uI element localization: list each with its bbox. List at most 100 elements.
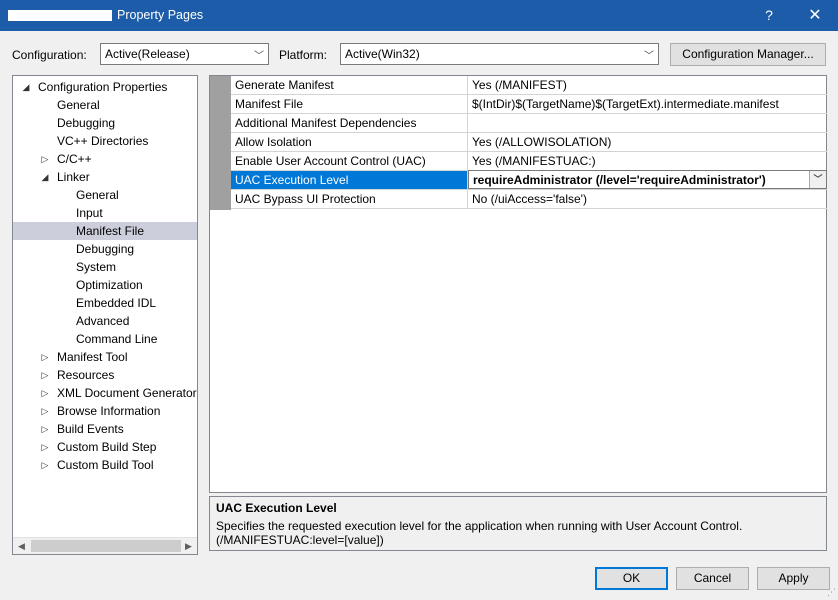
tree-item-label: Linker: [57, 170, 90, 184]
collapsed-arrow-icon[interactable]: ▷: [40, 420, 50, 438]
tree-item[interactable]: ▷ C/C++: [13, 150, 197, 168]
property-value-text: requireAdministrator (/level='requireAdm…: [473, 173, 766, 187]
tree-item-label: Custom Build Step: [57, 440, 157, 454]
property-value[interactable]: [468, 114, 827, 132]
scroll-left-icon[interactable]: ◀: [13, 538, 30, 554]
tree-item-label: Resources: [57, 368, 115, 382]
property-row[interactable]: Enable User Account Control (UAC) Yes (/M…: [231, 152, 827, 171]
tree-item-label: Manifest File: [76, 224, 145, 238]
tree-item[interactable]: ▷ Custom Build Step: [13, 438, 197, 456]
tree-item-label: System: [76, 260, 117, 274]
tree-item-label: Custom Build Tool: [57, 458, 154, 472]
tree-item[interactable]: Optimization: [13, 276, 197, 294]
property-name: Manifest File: [231, 95, 468, 113]
tree-item[interactable]: System: [13, 258, 197, 276]
collapsed-arrow-icon[interactable]: ▷: [40, 402, 50, 420]
scroll-thumb[interactable]: [31, 540, 181, 552]
tree-item-label: Debugging: [57, 116, 116, 130]
expanded-arrow-icon[interactable]: ◢: [40, 168, 50, 186]
tree-item-label: Configuration Properties: [38, 80, 168, 94]
tree-item[interactable]: Embedded IDL: [13, 294, 197, 312]
property-row[interactable]: UAC Execution Level requireAdministrator …: [231, 170, 827, 190]
tree-item[interactable]: ▷ Custom Build Tool: [13, 456, 197, 474]
expanded-arrow-icon[interactable]: ◢: [21, 78, 31, 96]
property-value-dropdown[interactable]: requireAdministrator (/level='requireAdm…: [468, 170, 827, 189]
tree-item-label: Advanced: [76, 314, 130, 328]
property-value[interactable]: Yes (/MANIFEST): [468, 76, 827, 94]
property-value[interactable]: Yes (/ALLOWISOLATION): [468, 133, 827, 151]
tree-item-label: Command Line: [76, 332, 158, 346]
tree-item[interactable]: Manifest File: [13, 222, 197, 240]
property-name: UAC Bypass UI Protection: [231, 190, 468, 208]
tree-horizontal-scrollbar[interactable]: ◀ ▶: [13, 537, 197, 554]
tree-item[interactable]: ▷ Browse Information: [13, 402, 197, 420]
property-row[interactable]: Generate Manifest Yes (/MANIFEST): [231, 76, 827, 95]
tree-item[interactable]: ▷ Manifest Tool: [13, 348, 197, 366]
collapsed-arrow-icon[interactable]: ▷: [40, 348, 50, 366]
collapsed-arrow-icon[interactable]: ▷: [40, 438, 50, 456]
resize-grip-icon[interactable]: ⋰: [827, 587, 836, 598]
property-value[interactable]: No (/uiAccess='false'): [468, 190, 827, 208]
tree-item-label: XML Document Generator: [57, 386, 197, 400]
property-name: UAC Execution Level: [231, 171, 468, 189]
tree-item-label: VC++ Directories: [57, 134, 149, 148]
configuration-manager-button[interactable]: Configuration Manager...: [670, 43, 826, 66]
platform-dropdown[interactable]: Active(Win32) ﹀: [340, 43, 659, 65]
description-panel: UAC Execution Level Specifies the reques…: [209, 496, 827, 551]
tree-item[interactable]: Advanced: [13, 312, 197, 330]
tree-item-label: General: [57, 98, 100, 112]
tree-item-label: Manifest Tool: [57, 350, 128, 364]
property-value-text: Yes (/MANIFEST): [472, 78, 567, 92]
collapsed-arrow-icon[interactable]: ▷: [40, 384, 50, 402]
tree-item[interactable]: Debugging: [13, 114, 197, 132]
collapsed-arrow-icon[interactable]: ▷: [40, 150, 50, 168]
description-text: Specifies the requested execution level …: [216, 519, 743, 547]
help-button[interactable]: ?: [746, 0, 792, 31]
tree-item[interactable]: ◢ Configuration Properties: [13, 78, 197, 96]
tree-item-label: Browse Information: [57, 404, 161, 418]
property-row[interactable]: Allow Isolation Yes (/ALLOWISOLATION): [231, 133, 827, 152]
tree-item[interactable]: ▷ XML Document Generator: [13, 384, 197, 402]
tree-item[interactable]: Input: [13, 204, 197, 222]
tree-item[interactable]: VC++ Directories: [13, 132, 197, 150]
property-name: Generate Manifest: [231, 76, 468, 94]
tree-item-label: Build Events: [57, 422, 124, 436]
title-bar: Property Pages ? ✕: [0, 0, 838, 31]
collapsed-arrow-icon[interactable]: ▷: [40, 366, 50, 384]
property-value[interactable]: Yes (/MANIFESTUAC:): [468, 152, 827, 170]
app-icon: [8, 10, 112, 21]
property-row[interactable]: UAC Bypass UI Protection No (/uiAccess='f…: [231, 190, 827, 209]
apply-button[interactable]: Apply: [757, 567, 830, 590]
configuration-value: Active(Release): [105, 47, 190, 61]
category-tree[interactable]: ◢ Configuration Properties General Debuggin…: [12, 75, 198, 555]
tree-item[interactable]: ▷ Build Events: [13, 420, 197, 438]
property-value[interactable]: $(IntDir)$(TargetName)$(TargetExt).inter…: [468, 95, 827, 113]
tree-item[interactable]: ▷ Resources: [13, 366, 197, 384]
tree-item[interactable]: General: [13, 96, 197, 114]
property-value-text: Yes (/ALLOWISOLATION): [472, 135, 612, 149]
collapsed-arrow-icon[interactable]: ▷: [40, 456, 50, 474]
cancel-button[interactable]: Cancel: [676, 567, 749, 590]
tree-item-label: Optimization: [76, 278, 143, 292]
tree-item[interactable]: General: [13, 186, 197, 204]
property-row[interactable]: Additional Manifest Dependencies: [231, 114, 827, 133]
platform-label: Platform:: [279, 48, 328, 62]
description-title: UAC Execution Level: [216, 501, 337, 515]
close-button[interactable]: ✕: [792, 0, 838, 31]
configuration-dropdown[interactable]: Active(Release) ﹀: [100, 43, 269, 65]
tree-item[interactable]: Debugging: [13, 240, 197, 258]
property-grid[interactable]: Generate Manifest Yes (/MANIFEST) Manifest…: [209, 75, 827, 493]
tree-item-label: Input: [76, 206, 103, 220]
tree-item-label: General: [76, 188, 119, 202]
ok-button[interactable]: OK: [595, 567, 668, 590]
property-row[interactable]: Manifest File $(IntDir)$(TargetName)$(Tar…: [231, 95, 827, 114]
category-gutter: [210, 76, 231, 210]
configuration-label: Configuration:: [12, 48, 87, 62]
platform-value: Active(Win32): [345, 47, 420, 61]
chevron-down-icon: ﹀: [254, 51, 264, 62]
chevron-down-icon[interactable]: ﹀: [809, 171, 826, 188]
tree-item[interactable]: ◢ Linker: [13, 168, 197, 186]
property-value-text: Yes (/MANIFESTUAC:): [472, 154, 596, 168]
tree-item[interactable]: Command Line: [13, 330, 197, 348]
scroll-right-icon[interactable]: ▶: [180, 538, 197, 554]
